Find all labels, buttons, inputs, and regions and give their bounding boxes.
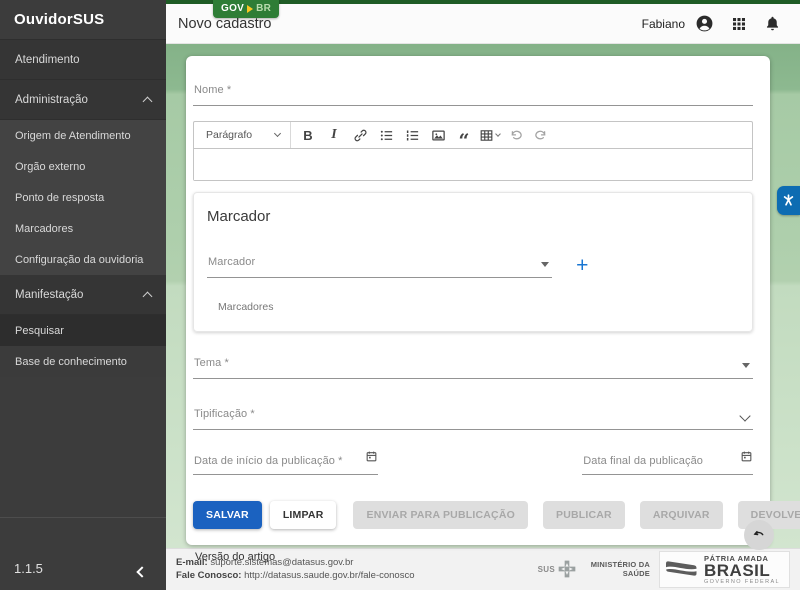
calendar-icon[interactable] bbox=[740, 450, 753, 468]
chevron-down-icon bbox=[495, 131, 501, 137]
limpar-button[interactable]: LIMPAR bbox=[270, 501, 337, 529]
govbr-badge[interactable]: GOV BR bbox=[213, 0, 279, 18]
tipificacao-select[interactable]: Tipificação * bbox=[193, 404, 753, 430]
block-quote-button[interactable]: “ bbox=[452, 123, 476, 147]
sidebar-item-base-de-conhecimento[interactable]: Base de conhecimento bbox=[0, 346, 166, 377]
undo-fab-button[interactable] bbox=[744, 520, 774, 550]
calendar-icon[interactable] bbox=[365, 450, 378, 468]
link-button[interactable] bbox=[348, 123, 372, 147]
tipificacao-label: Tipificação * bbox=[194, 408, 255, 420]
sidebar-item-label: Pesquisar bbox=[15, 325, 64, 337]
data-final-field[interactable]: Data final da publicação bbox=[582, 450, 753, 475]
insert-image-button[interactable] bbox=[426, 123, 450, 147]
sidebar-item-ponto-de-resposta[interactable]: Ponto de resposta bbox=[0, 182, 166, 213]
tema-label: Tema * bbox=[194, 357, 229, 369]
fale-conosco-value: http://datasus.saude.gov.br/fale-conosco bbox=[244, 570, 414, 581]
sidebar-item-administracao[interactable]: Administração bbox=[0, 80, 166, 120]
data-inicio-label: Data de início da publicação * bbox=[194, 455, 343, 467]
nome-label: Nome * bbox=[194, 84, 231, 96]
numbered-list-button[interactable] bbox=[400, 123, 424, 147]
salvar-button[interactable]: SALVAR bbox=[193, 501, 262, 529]
paragraph-style-label: Parágrafo bbox=[206, 129, 252, 141]
content-area: Nome * Parágrafo B I bbox=[166, 44, 800, 548]
bullet-list-button[interactable] bbox=[374, 123, 398, 147]
versao-do-artigo-label: Versão do artigo bbox=[195, 551, 753, 563]
chevron-down-icon bbox=[739, 410, 750, 421]
insert-table-button[interactable] bbox=[479, 128, 500, 143]
dropdown-arrow-icon bbox=[742, 363, 750, 368]
add-marcador-button[interactable]: + bbox=[576, 255, 588, 276]
sidebar-item-marcadores[interactable]: Marcadores bbox=[0, 213, 166, 244]
editor-content[interactable] bbox=[194, 149, 752, 180]
toolbar-divider bbox=[290, 122, 291, 148]
sidebar-item-label: Ponto de resposta bbox=[15, 192, 104, 204]
sidebar-item-label: Origem de Atendimento bbox=[15, 130, 131, 142]
form-card: Nome * Parágrafo B I bbox=[186, 56, 770, 545]
sidebar-item-origem-de-atendimento[interactable]: Origem de Atendimento bbox=[0, 120, 166, 151]
sidebar-item-orgao-externo[interactable]: Orgão externo bbox=[0, 151, 166, 182]
marcador-select-label: Marcador bbox=[208, 256, 255, 268]
marcador-select[interactable]: Marcador bbox=[207, 252, 552, 278]
chevron-up-icon bbox=[143, 97, 153, 107]
main-area: Novo cadastro Fabiano Nome * bbox=[166, 0, 800, 590]
sus-label: SUS bbox=[538, 565, 555, 574]
sidebar-item-label: Orgão externo bbox=[15, 161, 85, 173]
sidebar-item-atendimento[interactable]: Atendimento bbox=[0, 40, 166, 80]
marcadores-caption: Marcadores bbox=[218, 301, 738, 313]
user-name: Fabiano bbox=[642, 17, 685, 31]
sidebar-item-label: Configuração da ouvidoria bbox=[15, 254, 143, 266]
arquivar-button[interactable]: ARQUIVAR bbox=[640, 501, 723, 529]
app-title: OuvidorSUS bbox=[0, 0, 166, 40]
undo-button[interactable] bbox=[503, 123, 527, 147]
marcador-panel: Marcador Marcador + Marcadores bbox=[193, 192, 753, 332]
sidebar-item-configuracao-da-ouvidoria[interactable]: Configuração da ouvidoria bbox=[0, 244, 166, 275]
chevron-down-icon bbox=[274, 130, 281, 137]
data-final-label: Data final da publicação bbox=[583, 455, 703, 467]
italic-button[interactable]: I bbox=[322, 123, 346, 147]
sidebar-item-label: Manifestação bbox=[15, 289, 83, 301]
sidebar-item-label: Atendimento bbox=[15, 54, 80, 66]
app-version: 1.1.5 bbox=[14, 561, 43, 576]
chevron-up-icon bbox=[143, 292, 153, 302]
governo-federal-label: GOVERNO FEDERAL bbox=[704, 579, 780, 585]
sidebar-item-pesquisar[interactable]: Pesquisar bbox=[0, 315, 166, 346]
redo-button[interactable] bbox=[529, 123, 553, 147]
editor-toolbar: Parágrafo B I bbox=[194, 122, 752, 149]
data-inicio-field[interactable]: Data de início da publicação * bbox=[193, 450, 378, 475]
sidebar: OuvidorSUS Atendimento Administração Ori… bbox=[0, 0, 166, 590]
nome-field[interactable]: Nome * bbox=[193, 80, 753, 106]
undo-arrow-icon bbox=[751, 527, 768, 544]
dates-row: Data de início da publicação * Data fina… bbox=[193, 450, 753, 475]
hands-icon bbox=[780, 192, 797, 209]
apps-grid-icon[interactable] bbox=[729, 14, 748, 33]
govbr-arrow-icon bbox=[247, 5, 253, 13]
sidebar-item-label: Marcadores bbox=[15, 223, 73, 235]
header-actions: Fabiano bbox=[642, 14, 782, 33]
sidebar-nav: Atendimento Administração Origem de Aten… bbox=[0, 40, 166, 377]
brasil-label: BRASIL bbox=[704, 563, 780, 579]
sidebar-item-manifestacao[interactable]: Manifestação bbox=[0, 275, 166, 315]
fale-conosco-label: Fale Conosco: bbox=[176, 570, 241, 581]
notifications-bell-icon[interactable] bbox=[763, 14, 782, 33]
publicar-button[interactable]: PUBLICAR bbox=[543, 501, 625, 529]
bold-button[interactable]: B bbox=[296, 123, 320, 147]
paragraph-style-select[interactable]: Parágrafo bbox=[198, 122, 290, 148]
dropdown-arrow-icon bbox=[541, 262, 549, 267]
collapse-sidebar-icon[interactable] bbox=[136, 566, 147, 577]
sidebar-item-label: Administração bbox=[15, 94, 88, 106]
user-account-icon[interactable] bbox=[695, 14, 714, 33]
tema-select[interactable]: Tema * bbox=[193, 353, 753, 379]
marcador-row: Marcador + bbox=[207, 252, 738, 278]
sidebar-footer: 1.1.5 bbox=[0, 517, 166, 590]
marcador-title: Marcador bbox=[207, 208, 738, 225]
sidebar-item-label: Base de conhecimento bbox=[15, 356, 127, 368]
enviar-para-publicacao-button[interactable]: ENVIAR PARA PUBLICAÇÃO bbox=[353, 501, 528, 529]
govbr-br-label: BR bbox=[256, 3, 271, 14]
action-buttons: SALVAR LIMPAR ENVIAR PARA PUBLICAÇÃO PUB… bbox=[193, 501, 753, 529]
rich-text-editor: Parágrafo B I bbox=[193, 121, 753, 181]
accessibility-vlibras-button[interactable] bbox=[777, 186, 800, 215]
govbr-gov-label: GOV bbox=[221, 3, 244, 14]
app-root: OuvidorSUS Atendimento Administração Ori… bbox=[0, 0, 800, 590]
